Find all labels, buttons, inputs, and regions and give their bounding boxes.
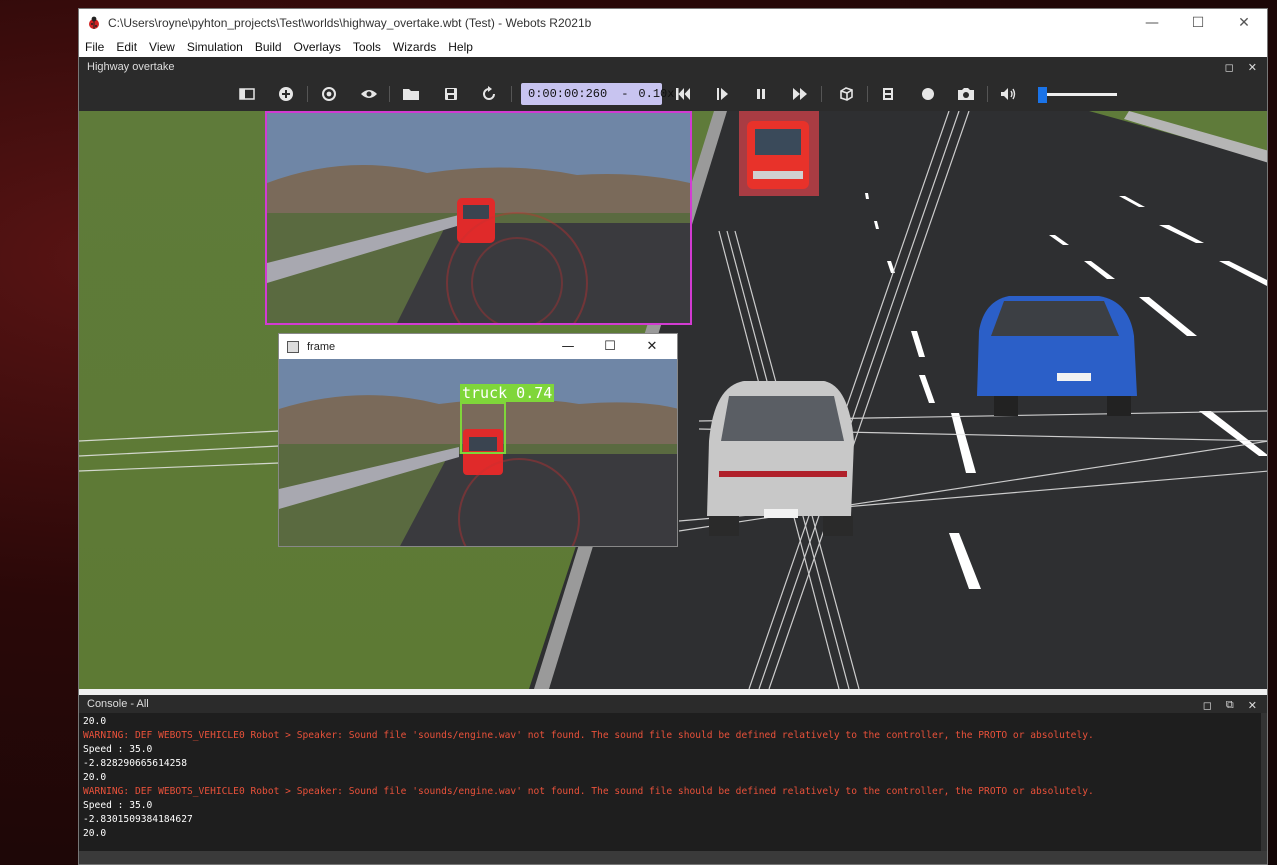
menu-overlays[interactable]: Overlays [294,40,341,54]
detection-label: truck 0.74 [460,384,555,402]
camera-image [267,113,690,323]
detection-bounding-box [460,402,506,454]
toolbar-separator [307,86,308,102]
screenshot-camera-icon[interactable] [954,82,978,106]
console-line: 20.0 [83,716,107,727]
view-pane-title: Highway overtake [87,61,175,73]
webots-ladybug-icon [86,15,102,31]
webots-window: C:\Users\royne\pyhton_projects\Test\worl… [78,8,1268,865]
frame-close-button[interactable]: ✕ [631,334,673,359]
console-line-warning: WARNING: DEF WEBOTS_VEHICLE0 Robot > Spe… [83,786,1094,797]
toolbar-separator [987,86,988,102]
frame-maximize-button[interactable]: ☐ [589,334,631,359]
console-line: 20.0 [83,772,107,783]
console-minimize-button[interactable]: ◻ [1203,699,1212,712]
view-eye-icon[interactable] [357,82,381,106]
console-output[interactable]: 20.0 WARNING: DEF WEBOTS_VEHICLE0 Robot … [79,713,1261,851]
open-folder-icon[interactable] [399,82,423,106]
menu-simulation[interactable]: Simulation [187,40,243,54]
record-icon[interactable] [916,82,940,106]
menu-wizards[interactable]: Wizards [393,40,436,54]
toolbar-separator [389,86,390,102]
simulation-toolbar: 0:00:00:260 - 0.10x [79,77,1267,111]
toolbar-separator [867,86,868,102]
view-close-button[interactable]: ✕ [1248,61,1257,74]
pause-icon[interactable] [749,82,773,106]
simulation-time-display: 0:00:00:260 - 0.10x [521,83,674,105]
menu-build[interactable]: Build [255,40,282,54]
fast-forward-icon[interactable] [788,82,812,106]
status-bar [79,851,1267,864]
console-scrollbar[interactable] [1261,713,1267,851]
toolbar-separator [511,86,512,102]
console-line: Speed : 35.0 [83,744,153,755]
title-bar[interactable]: C:\Users\royne\pyhton_projects\Test\worl… [79,9,1267,37]
maximize-button[interactable]: ☐ [1175,9,1221,37]
record-movie-film-icon[interactable] [876,82,900,106]
menu-tools[interactable]: Tools [353,40,381,54]
time-separator: - [621,87,629,101]
menu-view[interactable]: View [149,40,175,54]
red-van [739,111,819,196]
frame-window-title: frame [307,340,336,353]
menu-help[interactable]: Help [448,40,473,54]
simulation-time: 0:00:00:260 [528,87,608,101]
toolbar-separator [821,86,822,102]
console-line: -2.8301509384184627 [83,814,193,825]
console-pane-header: Console - All ◻ ⧉ ✕ [79,695,1267,713]
frame-detection-window[interactable]: frame — ☐ ✕ truck 0.74 [278,333,678,547]
step-icon[interactable] [710,82,734,106]
minimize-button[interactable]: — [1129,9,1175,37]
menu-bar: File Edit View Simulation Build Overlays… [79,37,1267,57]
follow-object-icon[interactable] [317,82,341,106]
reset-simulation-icon[interactable] [671,82,695,106]
view-pane-header: Highway overtake ◻ ✕ [79,57,1267,77]
console-line: -2.828290665614258 [83,758,187,769]
frame-title-bar[interactable]: frame — ☐ ✕ [279,334,677,359]
console-close-button[interactable]: ✕ [1248,699,1257,712]
scene-tree-toggle-icon[interactable] [235,82,259,106]
white-ego-car [707,381,854,536]
frame-minimize-button[interactable]: — [547,334,589,359]
3d-scene-view[interactable]: frame — ☐ ✕ truck 0.74 [79,111,1267,689]
volume-speaker-icon[interactable] [997,82,1021,106]
close-button[interactable]: ✕ [1221,9,1267,37]
menu-file[interactable]: File [85,40,104,54]
add-node-icon[interactable] [274,82,298,106]
camera-overlay[interactable] [265,111,692,325]
console-line-warning: WARNING: DEF WEBOTS_VEHICLE0 Robot > Spe… [83,730,1094,741]
console-float-button[interactable]: ⧉ [1226,698,1234,712]
frame-window-icon [287,340,299,353]
reload-icon[interactable] [477,82,501,106]
volume-slider-handle[interactable] [1038,87,1048,103]
volume-slider-track[interactable] [1039,93,1117,96]
menu-edit[interactable]: Edit [116,40,137,54]
console-line: Speed : 35.0 [83,800,153,811]
view-undock-button[interactable]: ◻ [1225,61,1234,74]
console-line: 20.0 [83,828,107,839]
simulation-speed: 0.10x [638,87,675,101]
window-title: C:\Users\royne\pyhton_projects\Test\worl… [108,16,592,30]
save-icon[interactable] [439,82,463,106]
rendering-toggle-icon[interactable] [834,82,858,106]
console-title: Console - All [87,698,149,710]
